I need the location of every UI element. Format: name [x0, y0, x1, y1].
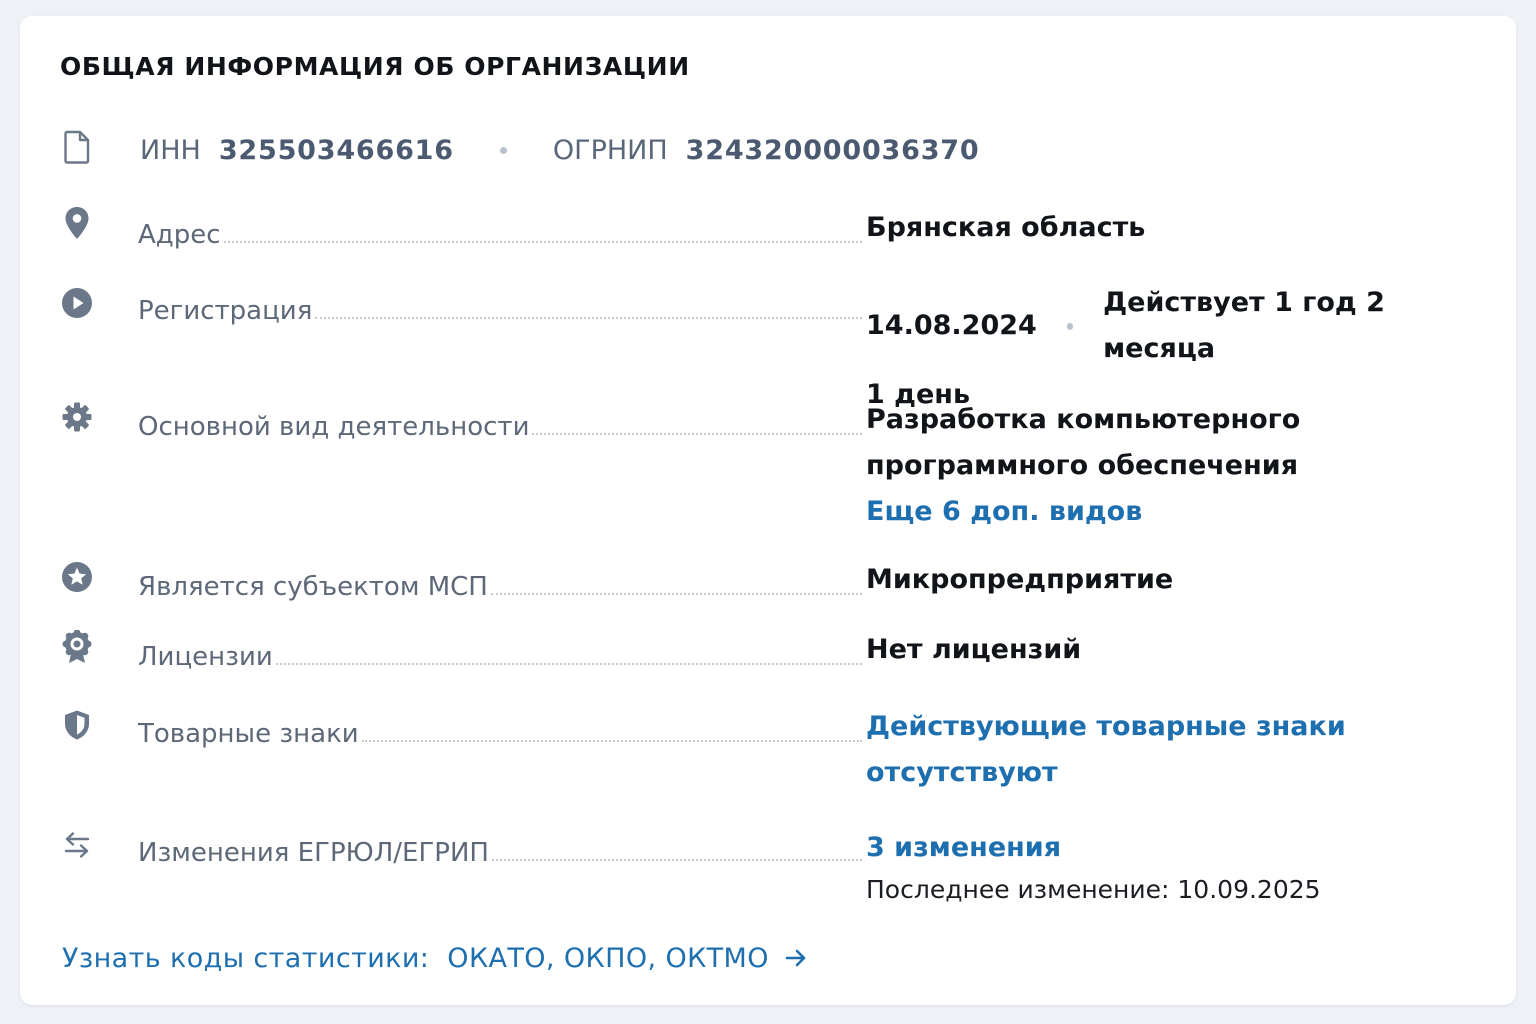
location-pin-icon — [60, 206, 94, 240]
changes-label: Изменения ЕГРЮЛ/ЕГРИП — [138, 838, 489, 868]
dotted-leader — [492, 859, 862, 861]
trademarks-link[interactable]: Действующие товарные знаки отсутствуют — [866, 704, 1346, 796]
separator-dot — [499, 146, 507, 154]
activity-label: Основной вид деятельности — [138, 412, 530, 442]
registration-label-row: Регистрация — [138, 286, 862, 326]
changes-label-row: Изменения ЕГРЮЛ/ЕГРИП — [138, 828, 862, 868]
licenses-value: Нет лицензий — [866, 634, 1082, 665]
changes-link[interactable]: 3 изменения — [866, 825, 1321, 871]
play-circle-icon — [60, 286, 94, 320]
inn-label: ИНН — [140, 134, 201, 166]
msp-value: Микропредприятие — [866, 564, 1174, 595]
arrow-right-icon[interactable] — [785, 948, 807, 968]
activity-value-line1: Разработка компьютерного — [866, 404, 1301, 435]
registration-label: Регистрация — [138, 296, 313, 326]
last-change-note: Последнее изменение: 10.09.2025 — [866, 871, 1321, 909]
registration-duration: Действует 1 год 2 месяца — [1103, 287, 1385, 364]
address-value: Брянская область — [866, 212, 1146, 243]
swap-arrows-icon — [60, 828, 94, 862]
last-change-date: 10.09.2025 — [1177, 875, 1321, 904]
trademarks-label: Товарные знаки — [138, 719, 359, 749]
statistics-codes-text[interactable]: Узнать коды статистики: — [62, 943, 429, 974]
ids-row: ИНН 325503466616 ОГРНИП 324320000036370 — [140, 130, 979, 170]
gear-icon — [60, 400, 94, 434]
licenses-label: Лицензии — [138, 642, 273, 672]
dotted-leader — [361, 740, 862, 742]
ogrnip-value[interactable]: 324320000036370 — [686, 135, 980, 166]
separator-dot — [1066, 322, 1074, 330]
trademarks-link-line1[interactable]: Действующие товарные знаки — [866, 704, 1346, 750]
statistics-codes-link[interactable]: Узнать коды статистики: ОКАТО, ОКПО, ОКТ… — [62, 938, 807, 978]
dotted-leader — [275, 663, 862, 665]
msp-label: Является субъектом МСП — [138, 572, 488, 602]
dotted-leader — [532, 433, 862, 435]
trademarks-link-line2[interactable]: отсутствуют — [866, 750, 1346, 796]
dotted-leader — [223, 241, 862, 243]
activity-value-line2: программного обеспечения — [866, 450, 1299, 481]
dotted-leader — [315, 317, 862, 319]
activity-label-row: Основной вид деятельности — [138, 402, 862, 442]
statistics-codes-list[interactable]: ОКАТО, ОКПО, ОКТМО — [447, 943, 769, 974]
trademarks-label-row: Товарные знаки — [138, 709, 862, 749]
document-icon — [60, 130, 94, 164]
ogrnip-label: ОГРНИП — [552, 134, 668, 166]
section-title: ОБЩАЯ ИНФОРМАЦИЯ ОБ ОРГАНИЗАЦИИ — [60, 52, 690, 81]
last-change-label: Последнее изменение: — [866, 875, 1170, 904]
address-label: Адрес — [138, 220, 221, 250]
msp-label-row: Является субъектом МСП — [138, 562, 862, 602]
registration-date: 14.08.2024 — [866, 310, 1037, 341]
changes-value: 3 изменения Последнее изменение: 10.09.2… — [866, 825, 1321, 909]
address-label-row: Адрес — [138, 210, 862, 250]
licenses-label-row: Лицензии — [138, 632, 862, 672]
more-activities-link[interactable]: Еще 6 доп. видов — [866, 489, 1300, 535]
shield-icon — [60, 708, 94, 742]
activity-value: Разработка компьютерного программного об… — [866, 397, 1300, 535]
star-circle-icon — [60, 560, 94, 594]
organization-info-card: ОБЩАЯ ИНФОРМАЦИЯ ОБ ОРГАНИЗАЦИИ ИНН 3255… — [20, 16, 1516, 1005]
badge-icon — [60, 630, 94, 664]
dotted-leader — [490, 593, 862, 595]
inn-value[interactable]: 325503466616 — [219, 135, 454, 166]
